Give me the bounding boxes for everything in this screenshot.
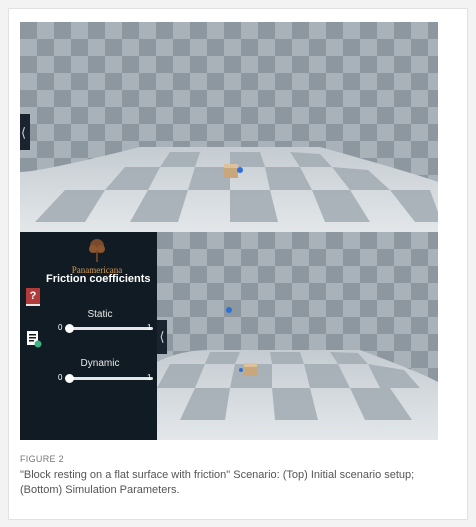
institution-logo: Panamericana: [52, 238, 142, 278]
panel-title: Friction coefficients: [46, 273, 151, 285]
friction-parameters-panel: Panamericana Friction coefficients ? Sta…: [20, 232, 167, 440]
static-slider-label: Static: [87, 309, 113, 320]
initial-scenario-view: ⟨: [20, 22, 438, 232]
dynamic-slider-thumb[interactable]: [65, 374, 74, 383]
dynamic-slider-max: 1: [147, 373, 152, 382]
question-mark-icon[interactable]: ?: [26, 288, 40, 306]
dynamic-slider-track[interactable]: [67, 377, 153, 380]
static-slider-min: 0: [58, 323, 63, 332]
tree-logo-icon: [89, 239, 105, 262]
dynamic-slider-label: Dynamic: [80, 358, 120, 369]
svg-text:⟨: ⟨: [21, 125, 26, 140]
dynamic-slider-min: 0: [58, 373, 63, 382]
static-slider-max: 1: [147, 323, 152, 332]
figure-label: FIGURE 2: [20, 454, 64, 464]
figure-caption: "Block resting on a flat surface with fr…: [20, 469, 415, 496]
collapse-panel-tab[interactable]: ⟨: [157, 320, 167, 354]
static-slider-thumb[interactable]: [65, 324, 74, 333]
static-slider-track[interactable]: [67, 327, 153, 330]
document-settings-icon[interactable]: [26, 330, 42, 348]
